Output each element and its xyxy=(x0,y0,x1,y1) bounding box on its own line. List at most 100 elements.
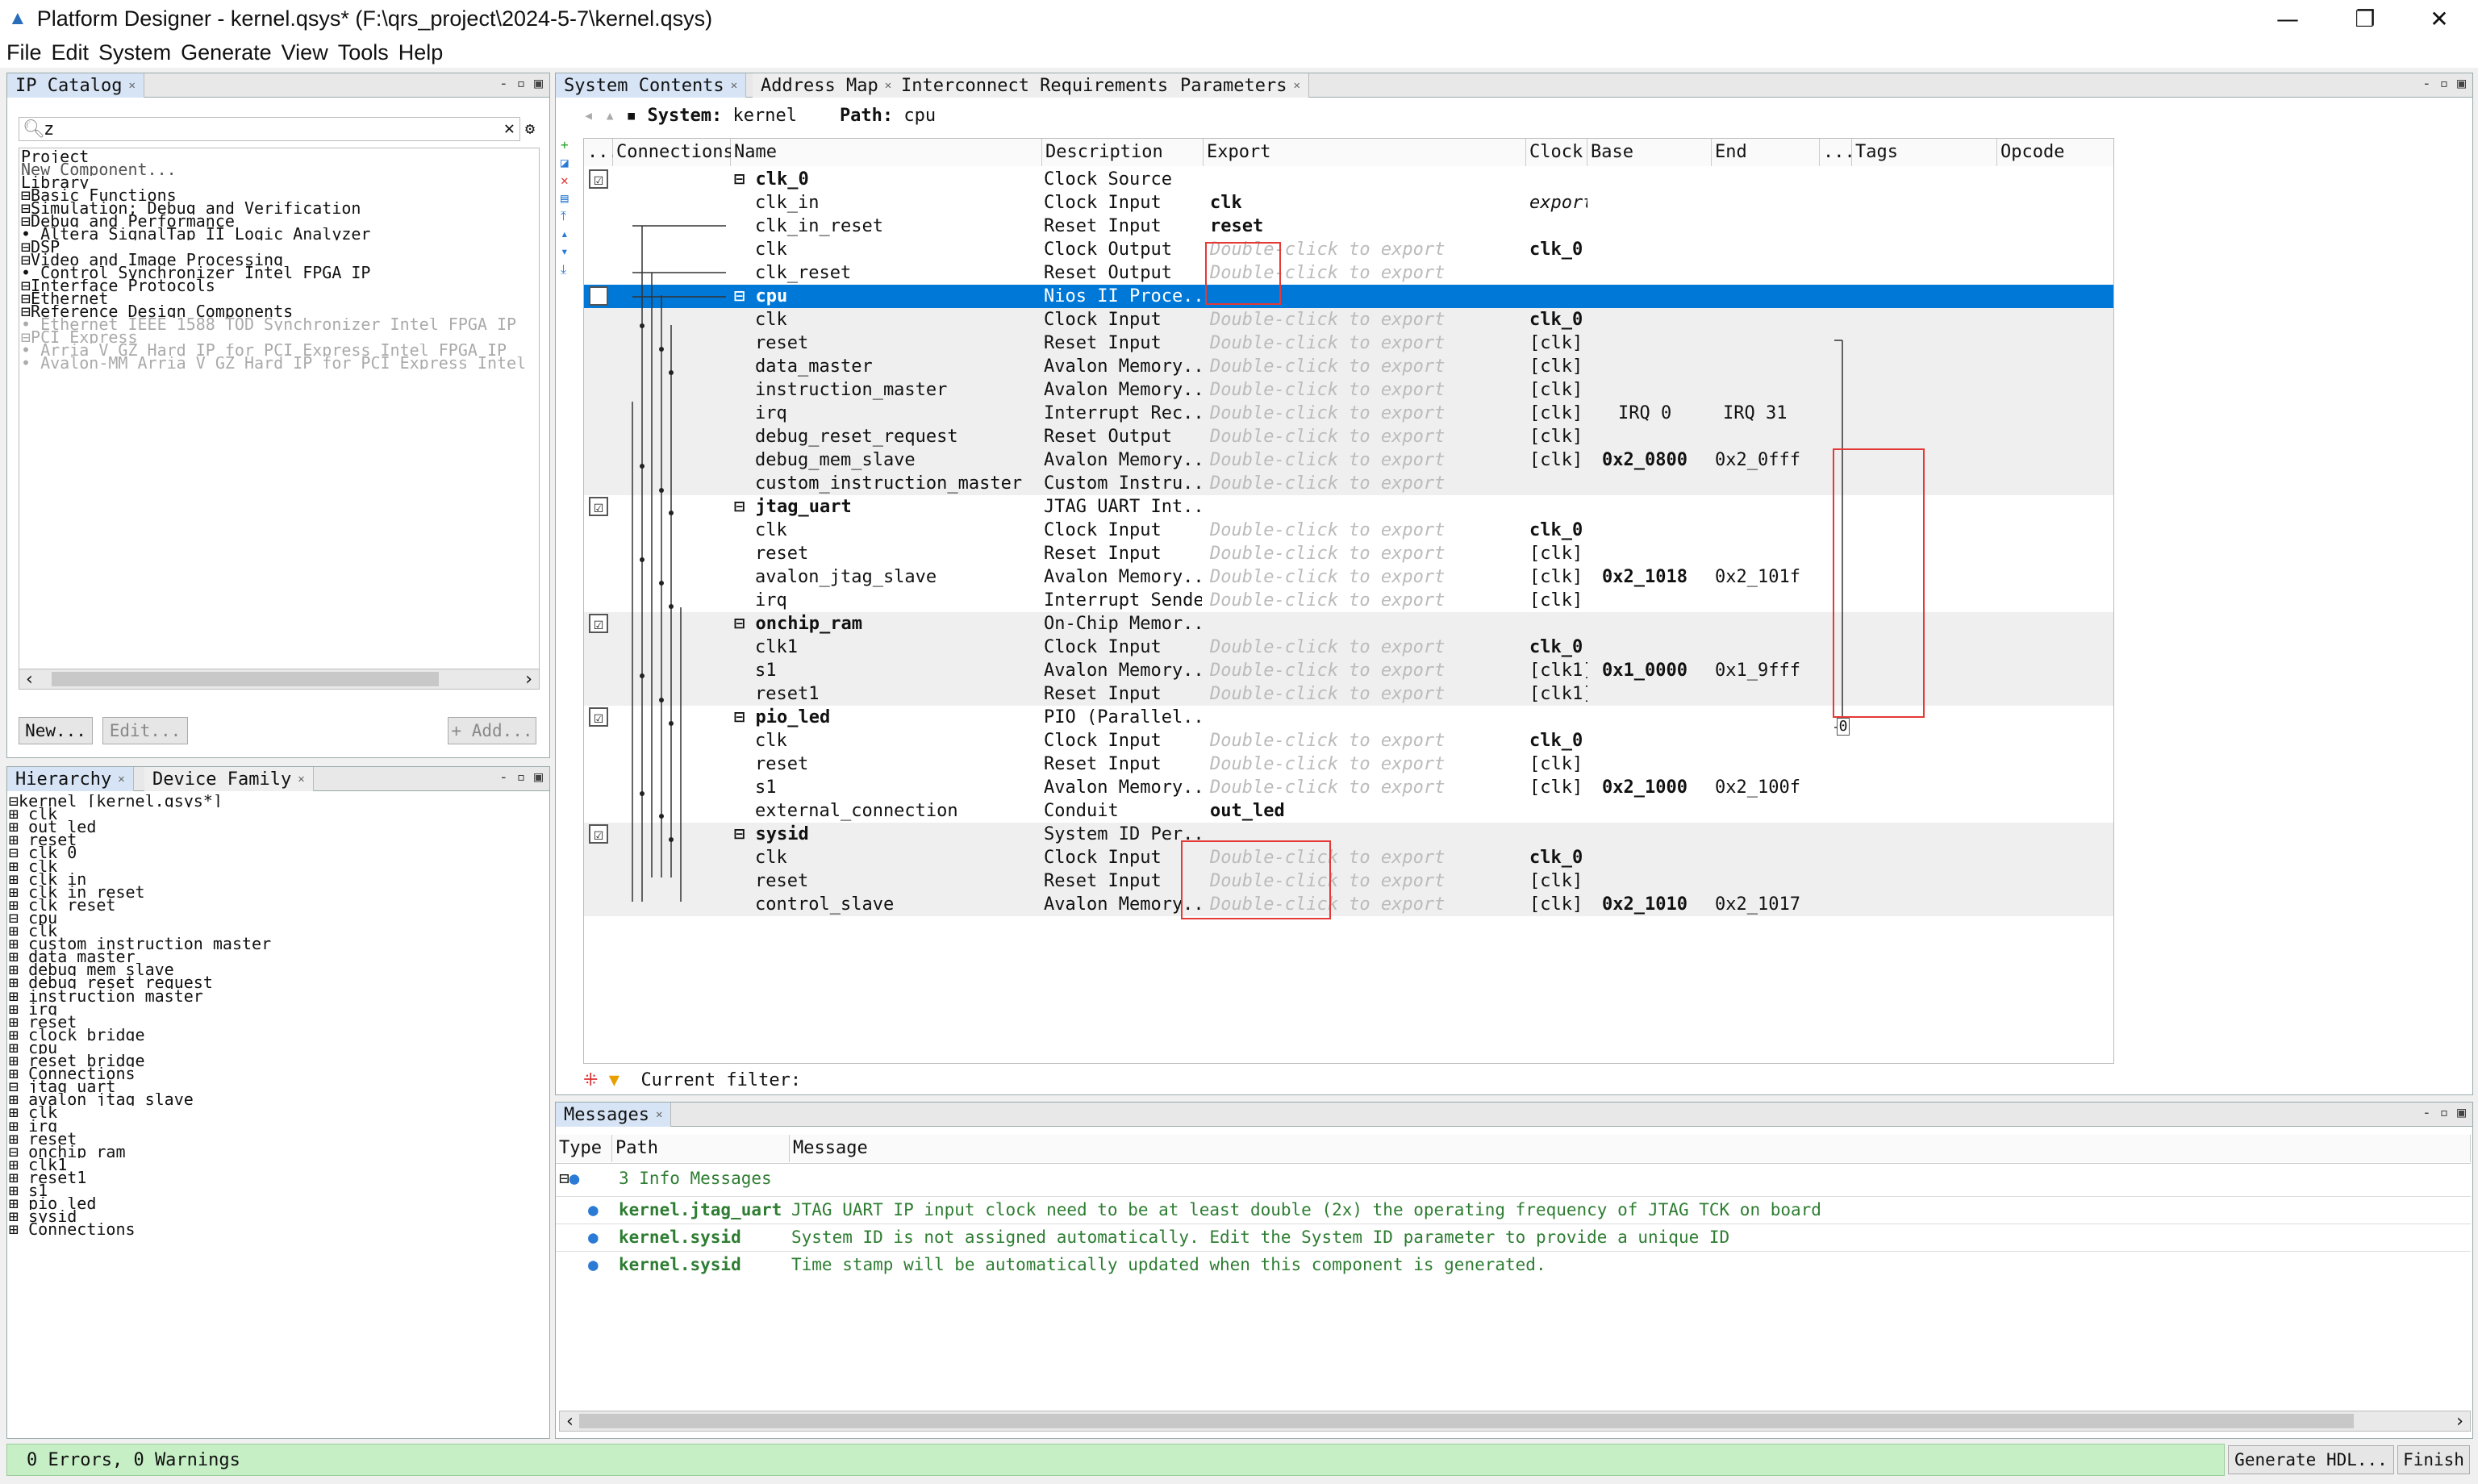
ip-tree-item[interactable]: • Arria V GZ Hard IP for PCI Express Int… xyxy=(21,344,537,356)
add-button[interactable]: + Add... xyxy=(448,717,536,744)
ip-tree-item[interactable]: ⊟DSP xyxy=(21,240,537,253)
close-icon[interactable]: ✕ xyxy=(1293,79,1299,92)
hierarchy-tree-item[interactable]: ⊞ data_master xyxy=(9,950,541,963)
hierarchy-tree-item[interactable]: ⊞ clk xyxy=(9,807,541,820)
ip-tree-item[interactable]: ⊟Debug and Performance xyxy=(21,215,537,227)
hierarchy-tree-item[interactable]: ⊞ pio_led xyxy=(9,1197,541,1210)
col-base[interactable]: Base xyxy=(1587,139,1712,166)
hierarchy-tree-item[interactable]: ⊞ custom_instruction_master xyxy=(9,937,541,950)
nav-back-icon[interactable]: ◂ xyxy=(583,106,594,126)
table-row[interactable]: control_slave Avalon Memory... Double-clic… xyxy=(584,893,2113,916)
export-cell[interactable] xyxy=(1210,706,1516,729)
export-cell[interactable]: Double-click to export xyxy=(1210,729,1516,752)
export-cell[interactable]: Double-click to export xyxy=(1210,308,1516,331)
ip-tree-item[interactable]: New Component... xyxy=(21,163,537,176)
ip-tree-item[interactable]: ⊟Ethernet xyxy=(21,292,537,305)
hierarchy-tree-item[interactable]: ⊞ clk_reset xyxy=(9,898,541,911)
nav-up-icon[interactable]: ▴ xyxy=(605,106,615,126)
export-cell[interactable]: Double-click to export xyxy=(1210,448,1516,472)
close-button[interactable]: ✕ xyxy=(2401,0,2478,37)
hierarchy-tree-item[interactable]: ⊞ reset xyxy=(9,833,541,846)
ip-tree-item[interactable]: ⊟Reference Design Components xyxy=(21,305,537,318)
minimize-button[interactable]: — xyxy=(2249,0,2326,37)
search-options-icon[interactable]: ⚙ xyxy=(525,119,535,138)
properties-icon[interactable]: ▤ xyxy=(561,190,577,207)
export-cell[interactable]: clk xyxy=(1210,191,1516,215)
ip-tree-item[interactable]: ⊟Interface Protocols xyxy=(21,279,537,292)
export-cell[interactable]: Double-click to export xyxy=(1210,472,1516,495)
connections-diagram[interactable] xyxy=(613,168,731,926)
menu-tools[interactable]: Tools xyxy=(338,40,389,65)
tab-interconnect-requirements[interactable]: Interconnect Requirements✕ xyxy=(893,73,1191,98)
export-cell[interactable]: Double-click to export xyxy=(1210,565,1516,589)
export-cell[interactable]: Double-click to export xyxy=(1210,542,1516,565)
export-cell[interactable]: reset xyxy=(1210,215,1516,238)
table-row[interactable]: clk_in Clock Input clk exported xyxy=(584,191,2113,215)
move-up-icon[interactable]: ▴ xyxy=(561,225,577,243)
export-cell[interactable]: Double-click to export xyxy=(1210,752,1516,776)
menu-generate[interactable]: Generate xyxy=(181,40,272,65)
table-row[interactable]: clk_in_reset Reset Input reset xyxy=(584,215,2113,238)
hierarchy-tree-item[interactable]: ⊟ cpu xyxy=(9,911,541,924)
tab-address-map[interactable]: Address Map ✕ xyxy=(753,73,901,98)
hierarchy-tree-item[interactable]: ⊞ irq xyxy=(9,1003,541,1015)
message-row[interactable]: ● kernel.jtag_uart JTAG UART IP input cloc… xyxy=(556,1196,2471,1222)
close-icon[interactable]: ✕ xyxy=(128,79,135,92)
export-cell[interactable]: Double-click to export xyxy=(1210,378,1516,402)
col-connections[interactable]: Connections xyxy=(613,139,734,166)
export-cell[interactable]: Double-click to export xyxy=(1210,589,1516,612)
table-row[interactable]: irq Interrupt Rec... Double-click to expor… xyxy=(584,402,2113,425)
table-row[interactable]: debug_reset_request Reset Output Double-cl… xyxy=(584,425,2113,448)
tab-system-contents[interactable]: System Contents ✕ xyxy=(556,73,747,98)
hierarchy-tree-item[interactable]: ⊞ instruction_master xyxy=(9,990,541,1003)
export-cell[interactable] xyxy=(1210,168,1516,191)
col-end[interactable]: End xyxy=(1712,139,1820,166)
col-export[interactable]: Export xyxy=(1204,139,1526,166)
export-cell[interactable]: Double-click to export xyxy=(1210,776,1516,799)
enable-checkbox[interactable]: ☑ xyxy=(589,614,608,633)
ip-tree-item[interactable]: ⊟PCI Express xyxy=(21,331,537,344)
enable-checkbox[interactable]: ☑ xyxy=(589,286,608,306)
tab-device-family[interactable]: Device Family ✕ xyxy=(144,767,314,791)
table-row[interactable]: data_master Avalon Memory... Double-click … xyxy=(584,355,2113,378)
table-row[interactable]: external_connection Conduit out_led xyxy=(584,799,2113,823)
hierarchy-tree-item[interactable]: ⊞ debug_reset_request xyxy=(9,976,541,989)
generate-hdl-button[interactable]: Generate HDL... xyxy=(2228,1445,2394,1474)
hierarchy-tree-item[interactable]: ⊞ clk_in xyxy=(9,873,541,886)
col-description[interactable]: Description xyxy=(1042,139,1204,166)
enable-checkbox[interactable]: ☑ xyxy=(589,169,608,189)
hierarchy-tree-item[interactable]: ⊞ debug_mem_slave xyxy=(9,963,541,976)
horizontal-scrollbar[interactable]: ‹ › xyxy=(19,669,540,690)
col-path[interactable]: Path xyxy=(612,1135,790,1162)
hierarchy-tree-item[interactable]: ⊞ cpu xyxy=(9,1041,541,1054)
table-row[interactable]: ☑ ⊟ sysid System ID Per... xyxy=(584,823,2113,846)
restore-button[interactable]: ❐ xyxy=(2326,0,2404,37)
enable-checkbox[interactable]: ☑ xyxy=(589,707,608,727)
panel-controls[interactable]: - ▫ ▣ xyxy=(499,75,543,92)
close-icon[interactable]: ✕ xyxy=(656,1108,662,1121)
table-row[interactable]: clk Clock Output Double-click to export clk… xyxy=(584,238,2113,261)
edit-button[interactable]: Edit... xyxy=(102,717,188,744)
hierarchy-tree-item[interactable]: ⊞ reset1 xyxy=(9,1171,541,1184)
ip-search-input[interactable]: 🔍︎ z ✕ xyxy=(19,117,520,141)
hierarchy-tree-item[interactable]: ⊞ clk xyxy=(9,1106,541,1119)
ip-tree-item[interactable]: • Ethernet IEEE 1588 TOD Synchronizer In… xyxy=(21,318,537,331)
clear-icon[interactable]: ✕ xyxy=(504,119,515,139)
hierarchy-tree-item[interactable]: ⊞ clk xyxy=(9,860,541,873)
ip-tree-item[interactable]: • Avalon-MM Arria V GZ Hard IP for PCI E… xyxy=(21,356,537,369)
ip-tree-item[interactable]: • Altera SignalTap II Logic Analyzer xyxy=(21,227,537,240)
table-row[interactable]: clk Clock Input Double-click to export clk_… xyxy=(584,846,2113,869)
enable-checkbox[interactable]: ☑ xyxy=(589,824,608,844)
export-cell[interactable]: out_led xyxy=(1210,799,1516,823)
hierarchy-tree-item[interactable]: ⊟ onchip_ram xyxy=(9,1145,541,1158)
tab-ip-catalog[interactable]: IP Catalog ✕ xyxy=(7,73,144,98)
filter-icon[interactable]: ⁜ xyxy=(583,1070,598,1090)
funnel-icon[interactable]: ▼ xyxy=(609,1070,620,1090)
remove-icon[interactable]: ✕ xyxy=(561,172,577,190)
col-name[interactable]: Name xyxy=(731,139,1042,166)
ip-tree-item[interactable]: • Control Synchronizer Intel FPGA IP xyxy=(21,266,537,279)
export-cell[interactable] xyxy=(1210,612,1516,636)
ip-tree-item[interactable]: ⊟Basic Functions xyxy=(21,189,537,202)
hierarchy-tree-item[interactable]: ⊟ clk_0 xyxy=(9,846,541,859)
hierarchy-tree-item[interactable]: ⊞ clk_in_reset xyxy=(9,886,541,898)
